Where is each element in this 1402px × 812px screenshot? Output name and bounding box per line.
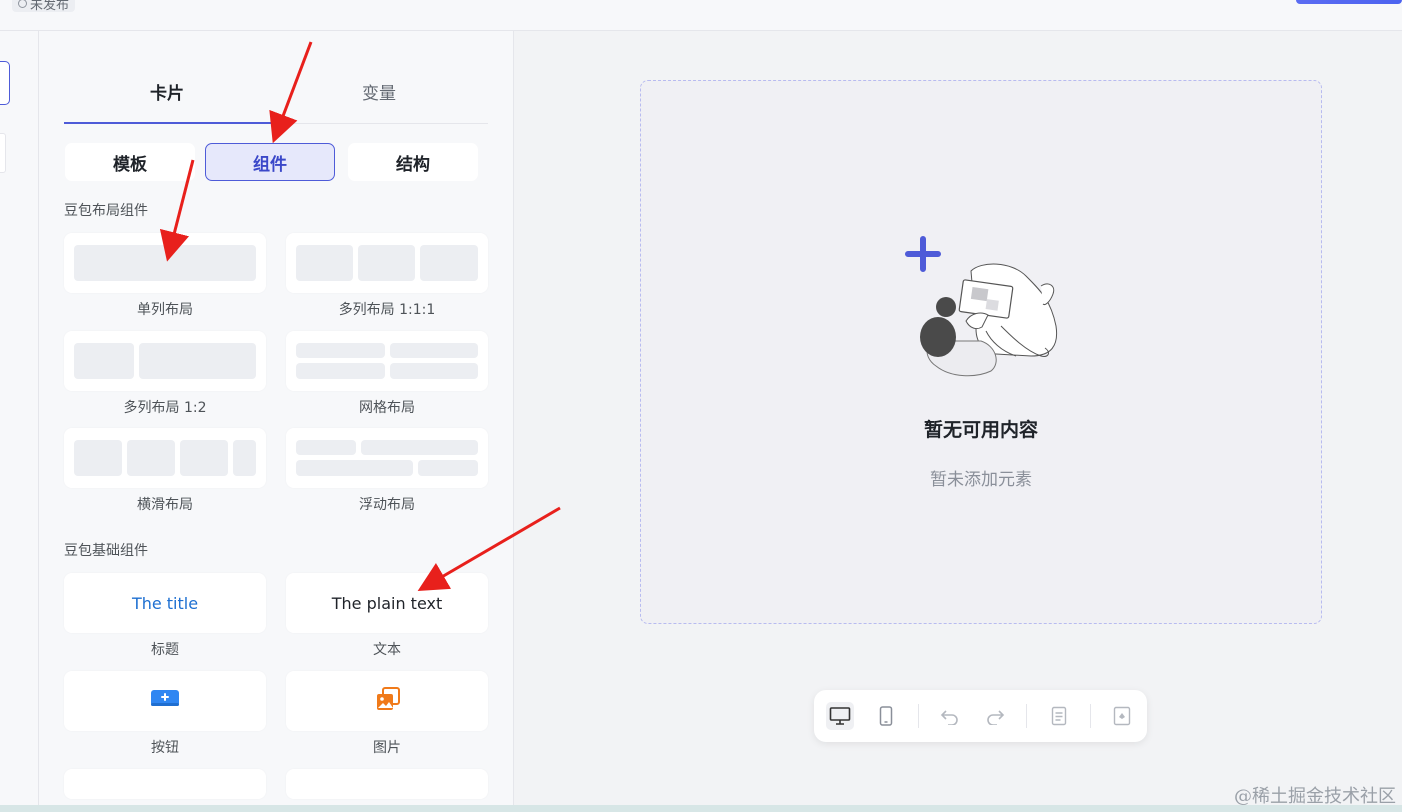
layout-preview-block bbox=[296, 245, 353, 281]
toolbar-divider bbox=[1026, 704, 1027, 728]
tab-active-indicator bbox=[64, 122, 276, 124]
component-label: 单列布局 bbox=[137, 302, 193, 318]
component-label: 图片 bbox=[373, 740, 401, 756]
floating-layout-card[interactable] bbox=[286, 428, 488, 488]
component-label: 文本 bbox=[373, 642, 401, 658]
undo-icon bbox=[940, 710, 958, 725]
publish-button[interactable] bbox=[1296, 0, 1402, 4]
layout-preview-block bbox=[74, 343, 134, 379]
empty-state-title: 暂无可用内容 bbox=[923, 419, 1038, 441]
image-component-card[interactable] bbox=[286, 671, 488, 731]
redo-button[interactable] bbox=[981, 702, 1009, 730]
top-bar: 未发布 bbox=[0, 0, 1402, 31]
component-label: 多列布局 1:1:1 bbox=[338, 302, 436, 318]
component-card-partial[interactable] bbox=[286, 769, 488, 799]
empty-state-illustration bbox=[905, 236, 1058, 377]
component-label: 横滑布局 bbox=[137, 497, 193, 513]
desktop-icon bbox=[829, 707, 851, 725]
rail-item[interactable] bbox=[0, 133, 6, 173]
text-component-card[interactable]: The plain text bbox=[286, 573, 488, 633]
layout-preview-block bbox=[127, 440, 175, 476]
segment-component[interactable]: 组件 bbox=[205, 143, 335, 181]
canvas-toolbar bbox=[814, 690, 1147, 742]
layout-preview-block bbox=[233, 440, 256, 476]
component-label: 按钮 bbox=[151, 740, 179, 756]
status-badge: 未发布 bbox=[12, 0, 76, 13]
component-label: 多列布局 1:2 bbox=[123, 400, 207, 416]
title-preview: The title bbox=[131, 593, 199, 613]
multi-column-111-layout-card[interactable] bbox=[286, 233, 488, 293]
layout-preview-block bbox=[361, 440, 478, 455]
layout-preview-block bbox=[296, 440, 356, 455]
layout-preview-block bbox=[418, 460, 478, 476]
component-panel: 卡片 变量 模板 组件 结构 豆包布局组件 单列布局 多列布局 1:1:1 多列… bbox=[39, 31, 514, 812]
layout-preview-block bbox=[74, 440, 122, 476]
desktop-view-button[interactable] bbox=[826, 702, 854, 730]
component-label: 网格布局 bbox=[359, 400, 415, 416]
empty-state-subtitle: 暂未添加元素 bbox=[930, 470, 1032, 490]
horizontal-scroll-layout-card[interactable] bbox=[64, 428, 266, 488]
tab-variables[interactable]: 变量 bbox=[362, 79, 396, 104]
mobile-icon bbox=[879, 706, 893, 726]
layout-section-title: 豆包布局组件 bbox=[64, 203, 148, 219]
tab-card[interactable]: 卡片 bbox=[150, 79, 184, 104]
preview-button[interactable] bbox=[1108, 702, 1136, 730]
panel-tabs: 卡片 变量 bbox=[64, 61, 488, 124]
grid-layout-card[interactable] bbox=[286, 331, 488, 391]
card-drop-area[interactable]: 暂无可用内容 暂未添加元素 bbox=[640, 80, 1322, 624]
canvas-area: 暂无可用内容 暂未添加元素 bbox=[514, 31, 1402, 805]
segment-template[interactable]: 模板 bbox=[65, 143, 195, 181]
status-text: 未发布 bbox=[30, 0, 70, 13]
layout-preview-block bbox=[296, 343, 385, 358]
document-icon bbox=[1051, 706, 1067, 726]
text-preview: The plain text bbox=[331, 593, 443, 613]
rail-item-active[interactable] bbox=[0, 61, 10, 105]
component-label: 标题 bbox=[151, 642, 179, 658]
basic-section-title: 豆包基础组件 bbox=[64, 543, 148, 559]
preview-icon bbox=[1113, 706, 1131, 726]
layout-preview-block bbox=[74, 245, 256, 281]
layout-preview-block bbox=[390, 343, 478, 358]
layout-preview-block bbox=[139, 343, 256, 379]
toolbar-divider bbox=[918, 704, 919, 728]
button-component-card[interactable] bbox=[64, 671, 266, 731]
redo-icon bbox=[987, 710, 1005, 725]
toolbar-divider bbox=[1090, 704, 1091, 728]
image-icon bbox=[377, 687, 400, 710]
segment-structure[interactable]: 结构 bbox=[348, 143, 478, 181]
undo-button[interactable] bbox=[936, 702, 964, 730]
button-icon bbox=[151, 690, 179, 706]
layout-preview-block bbox=[296, 460, 413, 476]
multi-column-12-layout-card[interactable] bbox=[64, 331, 266, 391]
layout-preview-block bbox=[296, 363, 385, 379]
layout-preview-block bbox=[420, 245, 478, 281]
bottom-strip bbox=[0, 805, 1402, 812]
layout-preview-block bbox=[390, 363, 478, 379]
watermark: @稀土掘金技术社区 bbox=[1234, 786, 1396, 807]
component-card-partial[interactable] bbox=[64, 769, 266, 799]
clock-icon bbox=[18, 0, 27, 8]
layout-preview-block bbox=[358, 245, 415, 281]
title-component-card[interactable]: The title bbox=[64, 573, 266, 633]
left-rail bbox=[0, 31, 39, 812]
mobile-view-button[interactable] bbox=[872, 702, 900, 730]
document-button[interactable] bbox=[1045, 702, 1073, 730]
component-label: 浮动布局 bbox=[359, 497, 415, 513]
single-column-layout-card[interactable] bbox=[64, 233, 266, 293]
layout-preview-block bbox=[180, 440, 228, 476]
